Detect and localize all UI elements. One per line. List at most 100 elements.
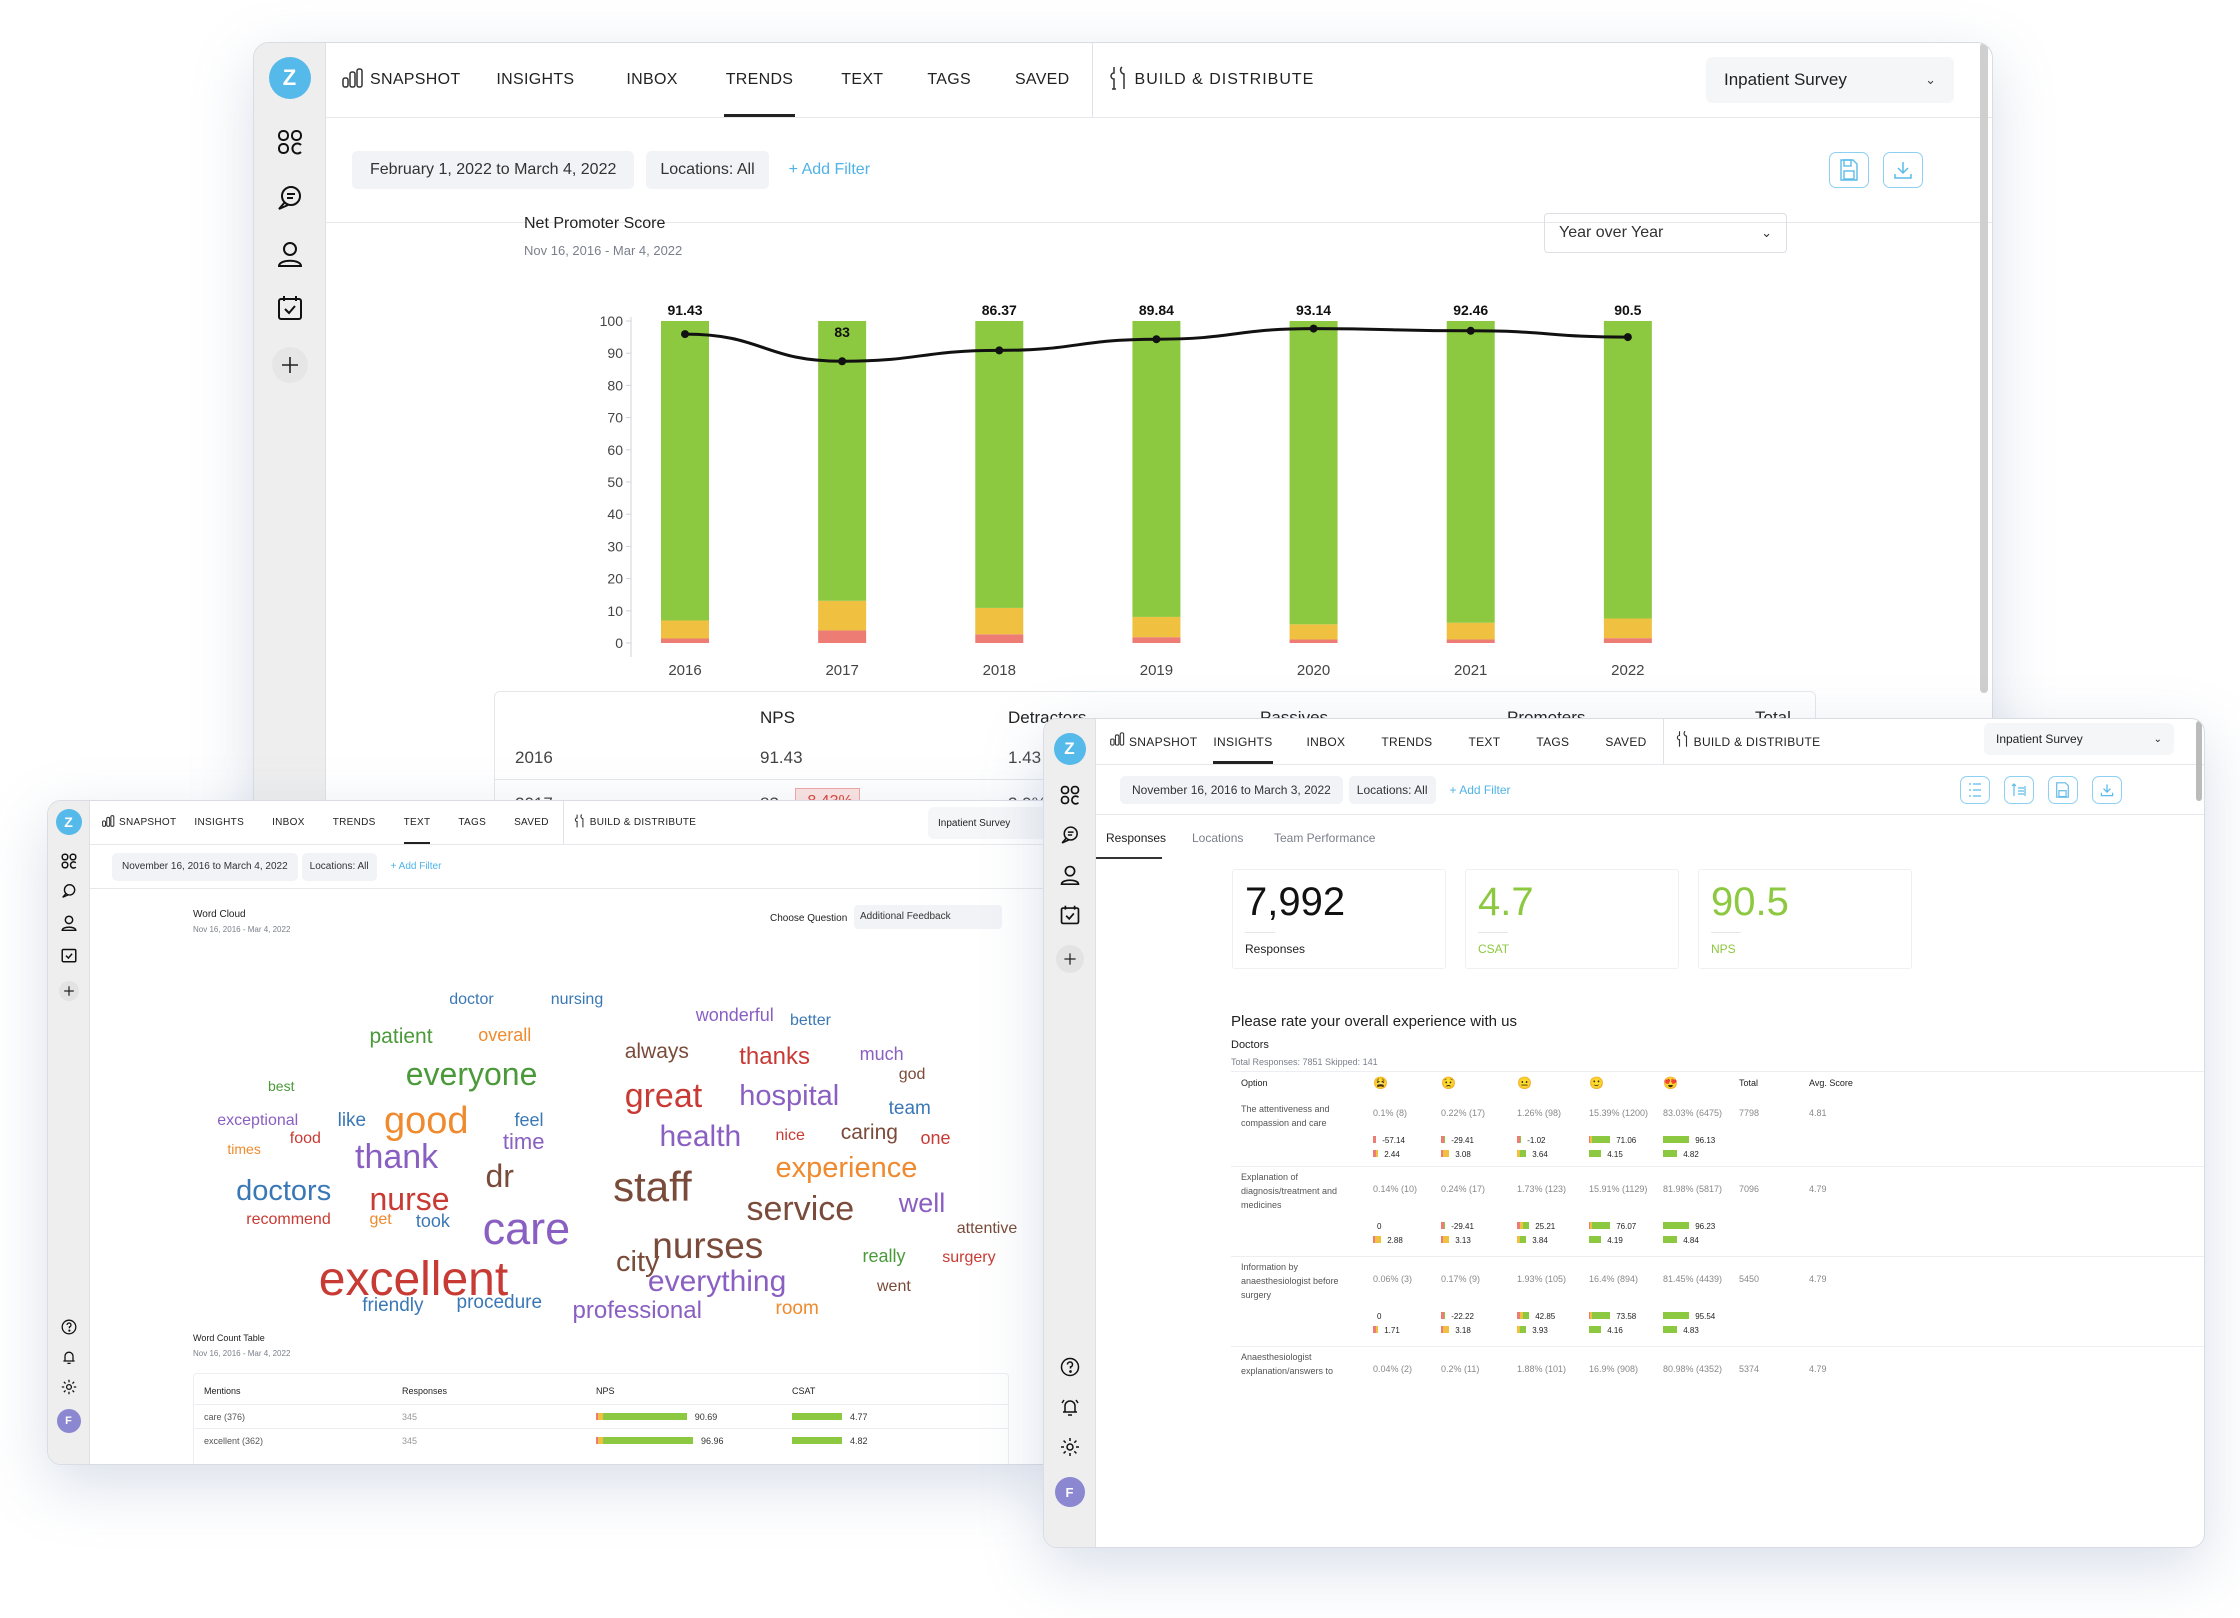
word-cloud-term[interactable]: really xyxy=(863,1247,906,1265)
avatar[interactable]: F xyxy=(1054,1477,1085,1507)
locations-chip[interactable]: Locations: All xyxy=(1348,775,1436,804)
word-cloud-term[interactable]: staff xyxy=(613,1165,692,1208)
sort-button[interactable] xyxy=(2003,775,2034,804)
word-cloud-term[interactable]: team xyxy=(889,1099,931,1118)
word-cloud-term[interactable]: great xyxy=(625,1079,703,1113)
tab-trends[interactable]: TRENDS xyxy=(333,801,376,844)
word-cloud-term[interactable]: times xyxy=(227,1142,260,1156)
word-cloud-term[interactable]: god xyxy=(899,1067,926,1083)
list-view-button[interactable] xyxy=(1959,775,1990,804)
word-cloud-term[interactable]: took xyxy=(416,1212,450,1230)
logo-icon[interactable]: Z xyxy=(268,57,311,99)
word-cloud-term[interactable]: better xyxy=(790,1013,831,1029)
word-cloud-term[interactable]: like xyxy=(338,1111,367,1130)
tab-insights[interactable]: INSIGHTS xyxy=(496,43,574,117)
word-cloud-term[interactable]: went xyxy=(877,1278,911,1295)
dashboard-icon[interactable] xyxy=(1058,783,1082,807)
word-cloud-term[interactable]: everyone xyxy=(406,1058,538,1090)
word-cloud-term[interactable]: recommend xyxy=(246,1212,330,1228)
subtab-team-performance[interactable]: Team Performance xyxy=(1274,831,1375,845)
word-cloud-term[interactable]: surgery xyxy=(942,1249,995,1266)
tab-inbox[interactable]: INBOX xyxy=(272,801,305,844)
tab-inbox[interactable]: INBOX xyxy=(626,43,677,117)
word-cloud-term[interactable]: much xyxy=(860,1045,904,1063)
word-cloud-term[interactable]: dr xyxy=(486,1160,514,1192)
tab-insights[interactable]: INSIGHTS xyxy=(194,801,244,844)
logo-icon[interactable]: Z xyxy=(55,809,82,835)
date-range-chip[interactable]: February 1, 2022 to March 4, 2022 xyxy=(352,151,635,189)
user-icon[interactable] xyxy=(1058,863,1082,887)
locations-chip[interactable]: Locations: All xyxy=(301,852,377,881)
calendar-check-icon[interactable] xyxy=(1058,903,1082,927)
word-cloud-term[interactable]: friendly xyxy=(362,1296,423,1315)
chat-icon[interactable] xyxy=(59,881,79,901)
word-cloud-term[interactable]: feel xyxy=(515,1111,544,1129)
dashboard-icon[interactable] xyxy=(275,127,305,157)
tab-snapshot[interactable]: SNAPSHOT xyxy=(1129,719,1197,764)
word-cloud-term[interactable]: good xyxy=(384,1102,469,1140)
add-filter-link[interactable]: + Add Filter xyxy=(1450,783,1960,797)
save-button[interactable] xyxy=(1828,152,1869,188)
calendar-check-icon[interactable] xyxy=(275,293,305,323)
survey-select[interactable]: Inpatient Survey ⌄ xyxy=(1984,723,2174,755)
subtab-locations[interactable]: Locations xyxy=(1192,831,1243,845)
avatar[interactable]: F xyxy=(56,1409,81,1433)
dashboard-icon[interactable] xyxy=(59,851,79,871)
plus-icon[interactable] xyxy=(271,347,308,383)
word-cloud-term[interactable]: one xyxy=(921,1129,951,1147)
word-cloud-term[interactable]: well xyxy=(899,1190,946,1217)
tab-tags[interactable]: TAGS xyxy=(1536,719,1569,764)
word-cloud-term[interactable]: procedure xyxy=(457,1293,543,1312)
word-cloud-term[interactable]: thanks xyxy=(739,1045,810,1069)
chat-icon[interactable] xyxy=(275,183,305,213)
word-cloud-term[interactable]: attentive xyxy=(957,1220,1017,1237)
tab-tags[interactable]: TAGS xyxy=(927,43,971,117)
tab-snapshot[interactable]: SNAPSHOT xyxy=(119,801,176,844)
word-cloud-term[interactable]: everything xyxy=(648,1267,786,1297)
tab-insights[interactable]: INSIGHTS xyxy=(1213,719,1273,764)
survey-select[interactable]: Inpatient Survey xyxy=(928,807,1056,839)
word-cloud-term[interactable]: hospital xyxy=(739,1081,839,1111)
survey-select[interactable]: Inpatient Survey ⌄ xyxy=(1706,57,1954,103)
tab-text[interactable]: TEXT xyxy=(403,801,431,844)
user-icon[interactable] xyxy=(59,913,79,933)
user-icon[interactable] xyxy=(275,239,305,269)
word-cloud-term[interactable]: always xyxy=(625,1041,689,1062)
gear-icon[interactable] xyxy=(1058,1435,1082,1459)
subtab-responses[interactable]: Responses xyxy=(1096,819,1166,859)
save-button[interactable] xyxy=(2047,775,2078,804)
word-cloud-term[interactable]: get xyxy=(370,1212,392,1228)
date-range-chip[interactable]: November 16, 2016 to March 3, 2022 xyxy=(1120,775,1343,804)
word-cloud-term[interactable]: wonderful xyxy=(696,1006,774,1024)
bell-icon[interactable] xyxy=(59,1347,79,1367)
tab-saved[interactable]: SAVED xyxy=(1015,43,1070,117)
help-icon[interactable] xyxy=(59,1317,79,1337)
word-cloud-term[interactable]: service xyxy=(747,1192,855,1226)
tab-saved[interactable]: SAVED xyxy=(514,801,549,844)
plus-icon[interactable] xyxy=(58,981,79,1001)
bell-icon[interactable] xyxy=(1058,1395,1082,1419)
locations-chip[interactable]: Locations: All xyxy=(646,151,769,189)
word-cloud-term[interactable]: best xyxy=(268,1079,294,1093)
logo-icon[interactable]: Z xyxy=(1053,733,1086,765)
gear-icon[interactable] xyxy=(59,1377,79,1397)
tab-snapshot[interactable]: SNAPSHOT xyxy=(370,43,460,117)
date-range-chip[interactable]: November 16, 2016 to March 4, 2022 xyxy=(112,852,298,881)
calendar-check-icon[interactable] xyxy=(59,945,79,965)
download-button[interactable] xyxy=(1882,152,1923,188)
word-cloud-term[interactable]: professional xyxy=(573,1299,702,1323)
tab-saved[interactable]: SAVED xyxy=(1605,719,1646,764)
word-cloud-term[interactable]: food xyxy=(290,1130,321,1147)
add-filter-link[interactable]: + Add Filter xyxy=(789,161,1829,179)
scrollbar[interactable] xyxy=(1980,43,1988,693)
help-icon[interactable] xyxy=(1058,1355,1082,1379)
word-cloud-term[interactable]: patient xyxy=(370,1026,433,1047)
chat-icon[interactable] xyxy=(1058,823,1082,847)
word-cloud-term[interactable]: experience xyxy=(776,1154,918,1183)
word-cloud-term[interactable]: nurses xyxy=(652,1227,763,1264)
word-cloud-term[interactable]: doctor xyxy=(449,991,493,1008)
word-cloud-term[interactable]: care xyxy=(483,1206,571,1251)
tab-text[interactable]: TEXT xyxy=(841,43,883,117)
plus-icon[interactable] xyxy=(1055,945,1084,973)
download-button[interactable] xyxy=(2091,775,2122,804)
